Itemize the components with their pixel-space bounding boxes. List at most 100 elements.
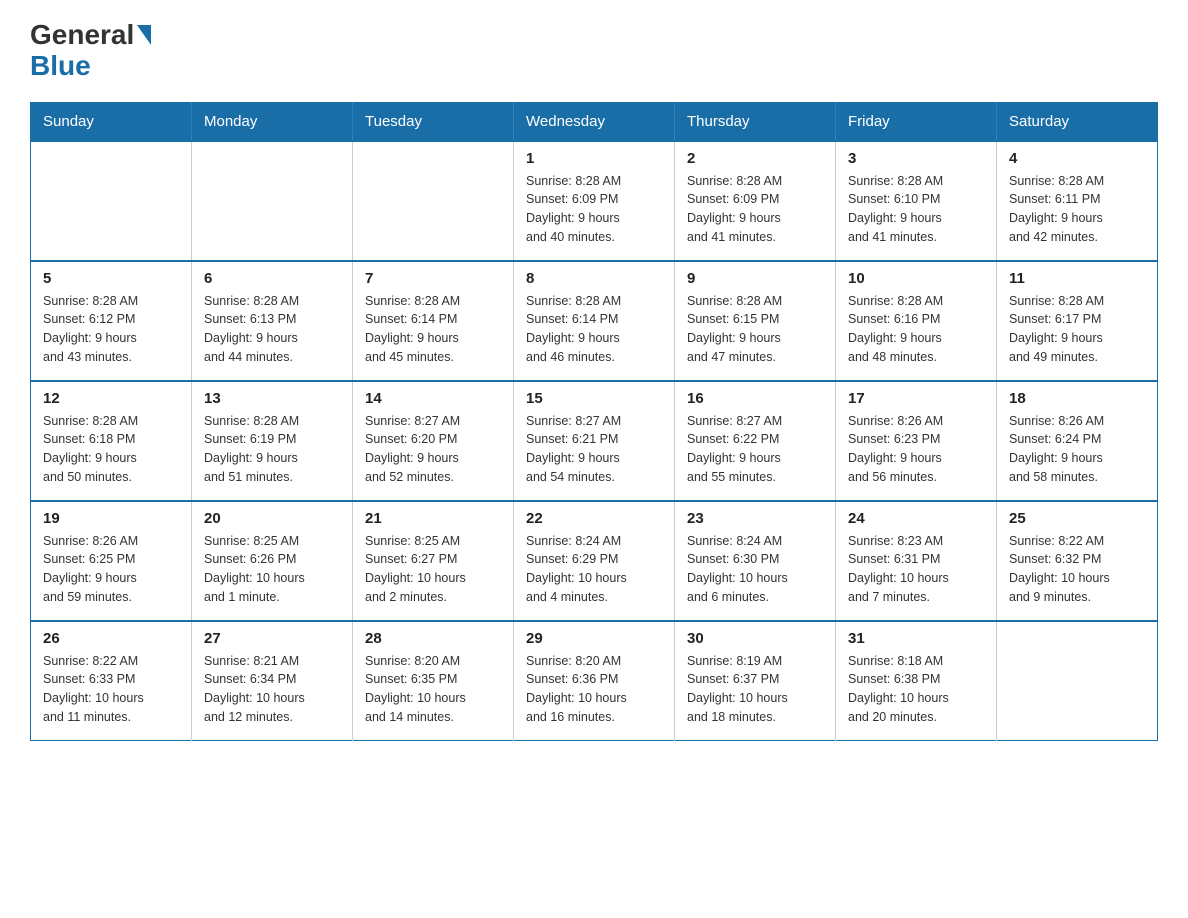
calendar-cell: 29 Sunrise: 8:20 AMSunset: 6:36 PMDayligh… [514,621,675,741]
calendar-cell: 3 Sunrise: 8:28 AMSunset: 6:10 PMDaylight… [836,141,997,261]
calendar-cell: 7 Sunrise: 8:28 AMSunset: 6:14 PMDaylight… [353,261,514,381]
day-info: Sunrise: 8:27 AMSunset: 6:22 PMDaylight:… [687,412,823,487]
day-info: Sunrise: 8:28 AMSunset: 6:19 PMDaylight:… [204,412,340,487]
calendar-table: SundayMondayTuesdayWednesdayThursdayFrid… [30,102,1158,742]
day-number: 15 [526,390,662,407]
day-number: 14 [365,390,501,407]
day-info: Sunrise: 8:26 AMSunset: 6:24 PMDaylight:… [1009,412,1145,487]
day-info: Sunrise: 8:28 AMSunset: 6:16 PMDaylight:… [848,292,984,367]
day-info: Sunrise: 8:25 AMSunset: 6:27 PMDaylight:… [365,532,501,607]
day-info: Sunrise: 8:26 AMSunset: 6:23 PMDaylight:… [848,412,984,487]
logo-text-general: General [30,20,134,51]
day-info: Sunrise: 8:23 AMSunset: 6:31 PMDaylight:… [848,532,984,607]
day-number: 24 [848,510,984,527]
weekday-header-tuesday: Tuesday [353,102,514,141]
calendar-cell [353,141,514,261]
day-info: Sunrise: 8:20 AMSunset: 6:36 PMDaylight:… [526,652,662,727]
weekday-header-monday: Monday [192,102,353,141]
calendar-cell: 5 Sunrise: 8:28 AMSunset: 6:12 PMDaylight… [31,261,192,381]
day-info: Sunrise: 8:27 AMSunset: 6:20 PMDaylight:… [365,412,501,487]
day-info: Sunrise: 8:27 AMSunset: 6:21 PMDaylight:… [526,412,662,487]
calendar-cell: 30 Sunrise: 8:19 AMSunset: 6:37 PMDayligh… [675,621,836,741]
day-number: 2 [687,150,823,167]
calendar-cell: 9Sunrise: 8:28 AMSunset: 6:15 PMDaylight… [675,261,836,381]
day-number: 29 [526,630,662,647]
calendar-cell: 6 Sunrise: 8:28 AMSunset: 6:13 PMDaylight… [192,261,353,381]
calendar-cell [31,141,192,261]
calendar-cell: 27 Sunrise: 8:21 AMSunset: 6:34 PMDayligh… [192,621,353,741]
calendar-week-row: 1 Sunrise: 8:28 AMSunset: 6:09 PMDaylight… [31,141,1158,261]
day-info: Sunrise: 8:21 AMSunset: 6:34 PMDaylight:… [204,652,340,727]
day-number: 3 [848,150,984,167]
day-info: Sunrise: 8:28 AMSunset: 6:10 PMDaylight:… [848,172,984,247]
day-number: 10 [848,270,984,287]
calendar-week-row: 5 Sunrise: 8:28 AMSunset: 6:12 PMDaylight… [31,261,1158,381]
day-info: Sunrise: 8:19 AMSunset: 6:37 PMDaylight:… [687,652,823,727]
calendar-cell: 19 Sunrise: 8:26 AMSunset: 6:25 PMDayligh… [31,501,192,621]
logo-text-blue: Blue [30,50,91,81]
weekday-header-saturday: Saturday [997,102,1158,141]
day-info: Sunrise: 8:20 AMSunset: 6:35 PMDaylight:… [365,652,501,727]
day-number: 1 [526,150,662,167]
calendar-week-row: 26Sunrise: 8:22 AMSunset: 6:33 PMDayligh… [31,621,1158,741]
day-number: 20 [204,510,340,527]
calendar-cell: 18 Sunrise: 8:26 AMSunset: 6:24 PMDayligh… [997,381,1158,501]
day-number: 18 [1009,390,1145,407]
day-info: Sunrise: 8:25 AMSunset: 6:26 PMDaylight:… [204,532,340,607]
calendar-cell: 12 Sunrise: 8:28 AMSunset: 6:18 PMDayligh… [31,381,192,501]
day-info: Sunrise: 8:28 AMSunset: 6:14 PMDaylight:… [526,292,662,367]
calendar-cell: 8 Sunrise: 8:28 AMSunset: 6:14 PMDaylight… [514,261,675,381]
day-number: 4 [1009,150,1145,167]
calendar-cell: 1 Sunrise: 8:28 AMSunset: 6:09 PMDaylight… [514,141,675,261]
calendar-week-row: 12 Sunrise: 8:28 AMSunset: 6:18 PMDayligh… [31,381,1158,501]
calendar-cell: 11Sunrise: 8:28 AMSunset: 6:17 PMDayligh… [997,261,1158,381]
day-number: 23 [687,510,823,527]
day-number: 19 [43,510,179,527]
day-info: Sunrise: 8:28 AMSunset: 6:18 PMDaylight:… [43,412,179,487]
calendar-cell: 15 Sunrise: 8:27 AMSunset: 6:21 PMDayligh… [514,381,675,501]
calendar-cell: 14 Sunrise: 8:27 AMSunset: 6:20 PMDayligh… [353,381,514,501]
day-number: 11 [1009,270,1145,287]
day-info: Sunrise: 8:28 AMSunset: 6:13 PMDaylight:… [204,292,340,367]
day-number: 6 [204,270,340,287]
day-info: Sunrise: 8:26 AMSunset: 6:25 PMDaylight:… [43,532,179,607]
day-number: 5 [43,270,179,287]
calendar-cell: 25Sunrise: 8:22 AMSunset: 6:32 PMDayligh… [997,501,1158,621]
day-number: 22 [526,510,662,527]
day-number: 28 [365,630,501,647]
day-number: 12 [43,390,179,407]
day-info: Sunrise: 8:28 AMSunset: 6:09 PMDaylight:… [526,172,662,247]
logo-triangle-icon [137,25,151,45]
day-number: 21 [365,510,501,527]
day-number: 7 [365,270,501,287]
calendar-cell: 16Sunrise: 8:27 AMSunset: 6:22 PMDayligh… [675,381,836,501]
day-info: Sunrise: 8:22 AMSunset: 6:33 PMDaylight:… [43,652,179,727]
day-info: Sunrise: 8:22 AMSunset: 6:32 PMDaylight:… [1009,532,1145,607]
day-info: Sunrise: 8:24 AMSunset: 6:30 PMDaylight:… [687,532,823,607]
day-number: 17 [848,390,984,407]
calendar-cell: 10 Sunrise: 8:28 AMSunset: 6:16 PMDayligh… [836,261,997,381]
day-info: Sunrise: 8:28 AMSunset: 6:15 PMDaylight:… [687,292,823,367]
weekday-header-friday: Friday [836,102,997,141]
day-number: 30 [687,630,823,647]
weekday-header-sunday: Sunday [31,102,192,141]
weekday-header-wednesday: Wednesday [514,102,675,141]
day-number: 31 [848,630,984,647]
calendar-cell: 17 Sunrise: 8:26 AMSunset: 6:23 PMDayligh… [836,381,997,501]
weekday-header-thursday: Thursday [675,102,836,141]
calendar-cell: 13Sunrise: 8:28 AMSunset: 6:19 PMDayligh… [192,381,353,501]
calendar-cell: 2 Sunrise: 8:28 AMSunset: 6:09 PMDaylight… [675,141,836,261]
calendar-cell: 23 Sunrise: 8:24 AMSunset: 6:30 PMDayligh… [675,501,836,621]
day-info: Sunrise: 8:28 AMSunset: 6:14 PMDaylight:… [365,292,501,367]
calendar-cell: 22Sunrise: 8:24 AMSunset: 6:29 PMDayligh… [514,501,675,621]
calendar-header-row: SundayMondayTuesdayWednesdayThursdayFrid… [31,102,1158,141]
calendar-week-row: 19 Sunrise: 8:26 AMSunset: 6:25 PMDayligh… [31,501,1158,621]
calendar-cell [192,141,353,261]
calendar-cell: 21 Sunrise: 8:25 AMSunset: 6:27 PMDayligh… [353,501,514,621]
day-info: Sunrise: 8:28 AMSunset: 6:09 PMDaylight:… [687,172,823,247]
day-number: 27 [204,630,340,647]
day-info: Sunrise: 8:28 AMSunset: 6:11 PMDaylight:… [1009,172,1145,247]
day-number: 8 [526,270,662,287]
day-info: Sunrise: 8:18 AMSunset: 6:38 PMDaylight:… [848,652,984,727]
day-info: Sunrise: 8:28 AMSunset: 6:12 PMDaylight:… [43,292,179,367]
